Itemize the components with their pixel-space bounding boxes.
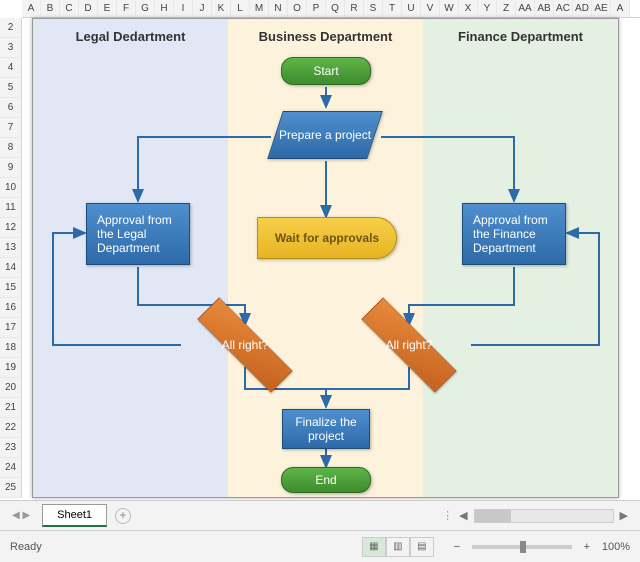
- end-terminator[interactable]: End: [281, 467, 371, 493]
- zoom-slider[interactable]: [472, 545, 572, 549]
- status-ready: Ready: [10, 541, 362, 553]
- column-header[interactable]: J: [193, 0, 212, 17]
- view-page-break-button[interactable]: ▤: [410, 537, 434, 557]
- column-header[interactable]: H: [155, 0, 174, 17]
- column-header[interactable]: Z: [497, 0, 516, 17]
- column-header[interactable]: V: [421, 0, 440, 17]
- column-header[interactable]: O: [288, 0, 307, 17]
- row-header[interactable]: 8: [0, 138, 22, 158]
- column-header[interactable]: T: [383, 0, 402, 17]
- cells-area[interactable]: Legal Dedartment Business Department Fin…: [22, 18, 640, 500]
- column-header[interactable]: N: [269, 0, 288, 17]
- column-header[interactable]: D: [79, 0, 98, 17]
- scroll-left-button[interactable]: ◀: [459, 509, 467, 522]
- row-header[interactable]: 22: [0, 418, 22, 438]
- row-header[interactable]: 18: [0, 338, 22, 358]
- zoom-in-button[interactable]: +: [580, 541, 594, 553]
- row-headers: 2345678910111213141516171819202122232425: [0, 18, 22, 498]
- column-header[interactable]: I: [174, 0, 193, 17]
- row-header[interactable]: 23: [0, 438, 22, 458]
- row-header[interactable]: 3: [0, 38, 22, 58]
- view-page-layout-button[interactable]: ▥: [386, 537, 410, 557]
- column-header[interactable]: AB: [535, 0, 554, 17]
- decision-right-label: All right?: [357, 317, 461, 373]
- column-header[interactable]: L: [231, 0, 250, 17]
- column-header[interactable]: B: [41, 0, 60, 17]
- column-headers: ABCDEFGHIJKLMNOPQRSTUVWXYZAAABACADAEA: [22, 0, 640, 18]
- row-header[interactable]: 24: [0, 458, 22, 478]
- column-header[interactable]: Q: [326, 0, 345, 17]
- finalize-process[interactable]: Finalize the project: [282, 409, 370, 449]
- column-header[interactable]: R: [345, 0, 364, 17]
- column-header[interactable]: M: [250, 0, 269, 17]
- wait-delay-shape[interactable]: Wait for approvals: [257, 217, 397, 259]
- add-sheet-button[interactable]: +: [115, 508, 131, 524]
- column-header[interactable]: A: [22, 0, 41, 17]
- horizontal-scrollbar[interactable]: [474, 509, 614, 523]
- zoom-level[interactable]: 100%: [602, 541, 630, 553]
- spreadsheet-grid[interactable]: ABCDEFGHIJKLMNOPQRSTUVWXYZAAABACADAEA 23…: [0, 0, 640, 500]
- column-header[interactable]: W: [440, 0, 459, 17]
- row-header[interactable]: 25: [0, 478, 22, 498]
- prepare-label: Prepare a project: [279, 128, 371, 142]
- column-header[interactable]: E: [98, 0, 117, 17]
- column-header[interactable]: S: [364, 0, 383, 17]
- decision-left-label: All right?: [193, 317, 297, 373]
- row-header[interactable]: 15: [0, 278, 22, 298]
- decision-left[interactable]: All right?: [193, 317, 297, 373]
- lane-business-title: Business Department: [228, 19, 423, 54]
- sheet-tab-bar: ◀ ▶ Sheet1 + ⋮ ◀ ▶: [0, 500, 640, 530]
- column-header[interactable]: A: [611, 0, 630, 17]
- prepare-data-shape[interactable]: Prepare a project: [267, 111, 383, 159]
- row-header[interactable]: 13: [0, 238, 22, 258]
- row-header[interactable]: 17: [0, 318, 22, 338]
- row-header[interactable]: 11: [0, 198, 22, 218]
- row-header[interactable]: 10: [0, 178, 22, 198]
- row-header[interactable]: 19: [0, 358, 22, 378]
- row-header[interactable]: 6: [0, 98, 22, 118]
- row-header[interactable]: 21: [0, 398, 22, 418]
- lane-finance-title: Finance Department: [423, 19, 618, 54]
- row-header[interactable]: 12: [0, 218, 22, 238]
- row-header[interactable]: 4: [0, 58, 22, 78]
- row-header[interactable]: 20: [0, 378, 22, 398]
- zoom-out-button[interactable]: −: [450, 541, 464, 553]
- column-header[interactable]: G: [136, 0, 155, 17]
- row-header[interactable]: 2: [0, 18, 22, 38]
- start-terminator[interactable]: Start: [281, 57, 371, 85]
- column-header[interactable]: AC: [554, 0, 573, 17]
- column-header[interactable]: P: [307, 0, 326, 17]
- scroll-right-button[interactable]: ▶: [620, 509, 628, 522]
- approval-legal-process[interactable]: Approval from the Legal Department: [86, 203, 190, 265]
- swimlane-container: Legal Dedartment Business Department Fin…: [32, 18, 619, 498]
- column-header[interactable]: U: [402, 0, 421, 17]
- row-header[interactable]: 14: [0, 258, 22, 278]
- row-header[interactable]: 9: [0, 158, 22, 178]
- row-header[interactable]: 16: [0, 298, 22, 318]
- row-header[interactable]: 5: [0, 78, 22, 98]
- approval-finance-process[interactable]: Approval from the Finance Department: [462, 203, 566, 265]
- tab-nav-arrows[interactable]: ◀ ▶: [0, 510, 42, 521]
- status-bar: Ready ▦ ▥ ▤ − + 100%: [0, 530, 640, 562]
- column-header[interactable]: AE: [592, 0, 611, 17]
- scroll-separator: ⋮: [442, 509, 453, 522]
- column-header[interactable]: X: [459, 0, 478, 17]
- decision-right[interactable]: All right?: [357, 317, 461, 373]
- column-header[interactable]: Y: [478, 0, 497, 17]
- view-normal-button[interactable]: ▦: [362, 537, 386, 557]
- column-header[interactable]: AA: [516, 0, 535, 17]
- column-header[interactable]: AD: [573, 0, 592, 17]
- column-header[interactable]: K: [212, 0, 231, 17]
- lane-legal-title: Legal Dedartment: [33, 19, 228, 54]
- column-header[interactable]: F: [117, 0, 136, 17]
- row-header[interactable]: 7: [0, 118, 22, 138]
- column-header[interactable]: C: [60, 0, 79, 17]
- sheet-tab[interactable]: Sheet1: [42, 504, 107, 527]
